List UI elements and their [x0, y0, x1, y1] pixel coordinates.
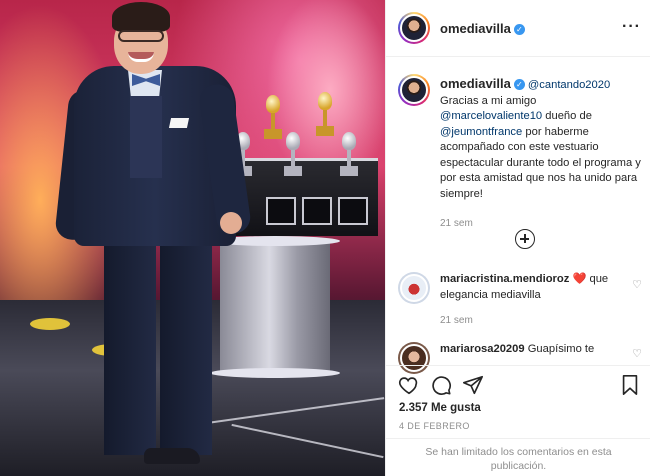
glasses — [118, 30, 164, 42]
share-paper-plane-icon[interactable] — [462, 374, 484, 396]
vest — [130, 96, 162, 178]
hand — [220, 212, 242, 234]
man-in-tuxedo — [54, 0, 253, 476]
red-heart-emoji: ❤️ — [572, 273, 587, 285]
comment-username[interactable]: mariarosa20209 — [440, 343, 525, 355]
gold-trophy — [316, 92, 334, 136]
silver-trophy — [340, 132, 358, 176]
trousers — [100, 240, 216, 464]
post-photo[interactable] — [0, 0, 385, 476]
caption-username[interactable]: omediavilla — [440, 76, 511, 91]
load-more-comments-icon[interactable] — [515, 229, 535, 249]
comment-username[interactable]: mariacristina.mendioroz — [440, 273, 569, 285]
like-heart-icon[interactable] — [398, 374, 420, 396]
comment-time[interactable]: 21 sem — [440, 313, 635, 329]
post-header: omediavilla ✓ ··· — [386, 0, 650, 57]
mention-marcelovaliente10[interactable]: @marcelovaliente10 — [440, 110, 542, 122]
post-actions: 2.357 Me gusta 4 DE FEBRERO Se han limit… — [386, 365, 650, 476]
caption-text: dueño de — [545, 110, 592, 122]
comment-bubble-icon[interactable] — [430, 374, 452, 396]
header-user: omediavilla ✓ — [440, 20, 525, 38]
likes-count[interactable]: 2.357 Me gusta — [399, 402, 481, 414]
comment-text: Guapísimo te — [527, 343, 595, 355]
more-options-icon[interactable]: ··· — [622, 18, 641, 36]
header-username[interactable]: omediavilla — [440, 21, 511, 36]
like-comment-heart-icon[interactable]: ♡ — [632, 278, 642, 291]
caption-text: Gracias a mi amigo — [440, 94, 537, 107]
comment: mariarosa20209 Guapísimo te — [440, 342, 635, 358]
trophy-slot — [338, 197, 368, 225]
gold-trophy — [264, 95, 282, 139]
caption-time[interactable]: 21 sem — [440, 216, 645, 232]
verified-check-icon: ✓ — [513, 79, 525, 90]
comments-limited-notice: Se han limitado los comentarios en esta … — [386, 438, 650, 476]
save-bookmark-icon[interactable] — [620, 374, 640, 396]
hair — [112, 2, 170, 32]
silver-trophy — [284, 132, 302, 176]
verified-check-icon: ✓ — [513, 24, 525, 35]
mention-jeumontfrance[interactable]: @jeumontfrance — [440, 126, 522, 138]
pocket-square — [168, 118, 190, 128]
mention-cantando2020[interactable]: @cantando2020 — [528, 79, 610, 91]
shoe — [144, 448, 200, 464]
avatar[interactable] — [398, 12, 430, 44]
trophy-slot — [266, 197, 296, 225]
trophy-slot — [302, 197, 332, 225]
commenter-avatar[interactable] — [398, 272, 430, 304]
comment: mariacristina.mendioroz ❤️ que elegancia… — [440, 272, 635, 329]
caption-avatar[interactable] — [398, 74, 430, 106]
like-comment-heart-icon[interactable]: ♡ — [632, 347, 642, 360]
post-side-panel: omediavilla ✓ ··· omediavilla ✓ @cantando2… — [385, 0, 650, 476]
floor-light — [30, 318, 70, 330]
caption: omediavilla ✓ @cantando2020 Gracias a mi … — [440, 76, 645, 232]
post-date: 4 DE FEBRERO — [399, 421, 470, 431]
